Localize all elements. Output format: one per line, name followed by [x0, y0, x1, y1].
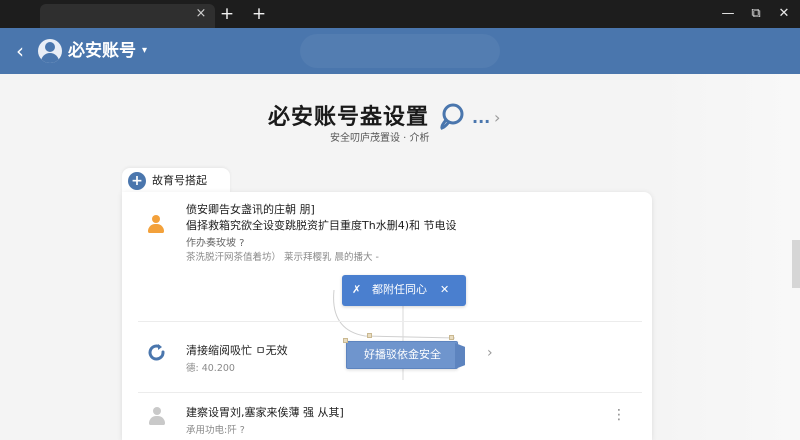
more-vertical-icon[interactable]: ⋮ — [612, 407, 626, 423]
confirm-button[interactable]: ✗ 都附任同心 ✕ — [342, 275, 466, 306]
row-meta: 德: 40.200 — [186, 363, 235, 374]
resize-handle[interactable] — [367, 333, 372, 338]
divider — [138, 321, 642, 322]
refresh-icon — [148, 344, 165, 361]
connector-lines — [333, 289, 456, 380]
row-title: 清接缩阅吸忙 ㅁ无效 — [186, 344, 288, 357]
security-upgrade-label: 好播驳依金安全 — [364, 348, 441, 361]
resize-handle[interactable] — [343, 338, 348, 343]
chevron-right-icon[interactable]: › — [487, 345, 493, 361]
close-icon[interactable]: ✕ — [440, 283, 449, 297]
resize-handle[interactable] — [449, 335, 454, 340]
row-meta: 承用功电:阡 ? — [186, 425, 245, 436]
row-title: 建察设胃刘,塞家来俟薄 强 从其] — [186, 406, 344, 419]
divider — [138, 392, 642, 393]
person-icon — [149, 407, 165, 425]
cross-icon: ✗ — [352, 283, 362, 296]
security-upgrade-button[interactable]: 好播驳依金安全 — [346, 341, 458, 369]
confirm-button-label: 都附任同心 — [372, 283, 427, 296]
ribbon-tail — [455, 343, 465, 369]
